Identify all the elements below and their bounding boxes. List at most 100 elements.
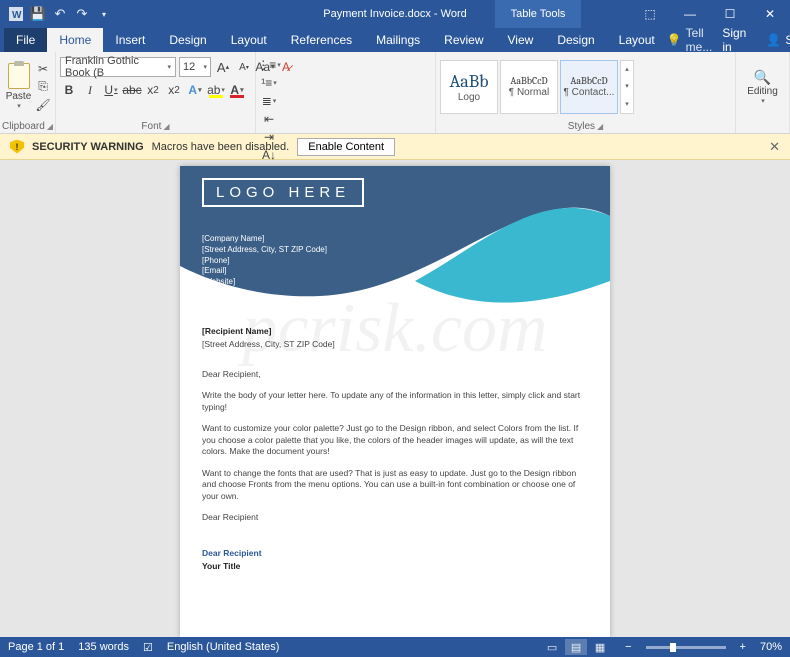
tab-review[interactable]: Review [432, 28, 495, 52]
font-name-value: Franklin Gothic Book (B [65, 55, 166, 79]
subscript-button[interactable]: x2 [144, 81, 162, 99]
paste-button[interactable]: Paste ▾ [4, 56, 33, 118]
style-logo[interactable]: AaBb Logo [440, 60, 498, 114]
security-close-icon[interactable]: ✕ [769, 139, 780, 155]
highlight-button[interactable]: ab▾ [207, 81, 225, 99]
status-bar: Page 1 of 1 135 words ☑ English (United … [0, 637, 790, 657]
tab-design[interactable]: Design [157, 28, 218, 52]
bold-button[interactable]: B [60, 81, 78, 99]
style-normal[interactable]: AaBbCcD ¶ Normal [500, 60, 558, 114]
strikethrough-button[interactable]: abc [123, 81, 141, 99]
tab-insert[interactable]: Insert [103, 28, 157, 52]
multilevel-list-button[interactable]: ≣▾ [260, 92, 278, 110]
signature-title[interactable]: Your Title [202, 561, 588, 572]
tab-mailings[interactable]: Mailings [364, 28, 432, 52]
tab-layout[interactable]: Layout [219, 28, 279, 52]
company-email: [Email] [202, 266, 327, 277]
company-phone: [Phone] [202, 256, 327, 267]
ribbon-options-icon[interactable]: ⬚ [630, 0, 670, 28]
shrink-font-button[interactable]: A▾ [235, 58, 253, 76]
zoom-thumb[interactable] [670, 643, 676, 652]
tab-file[interactable]: File [4, 28, 47, 52]
decrease-indent-button[interactable]: ⇤ [260, 110, 278, 128]
contextual-tab-label: Table Tools [495, 0, 581, 28]
page-indicator[interactable]: Page 1 of 1 [8, 641, 64, 653]
company-website: [Website] [202, 277, 327, 288]
editing-label: Editing [747, 86, 778, 97]
group-paragraph: ⋮≡▾ ¹≡▾ ≣▾ ⇤ ⇥ A↓ ¶ ≡ ☰ ≡ ≣ ‡≡▾ 🪣▾ ⊞▾ Pa… [256, 52, 436, 133]
company-address: [Street Address, City, ST ZIP Code] [202, 245, 327, 256]
shield-icon: ! [10, 140, 24, 154]
share-label: Share [785, 33, 790, 47]
zoom-in-button[interactable]: + [740, 641, 746, 653]
salutation[interactable]: Dear Recipient, [202, 369, 588, 380]
editing-dropdown[interactable]: 🔍 Editing ▾ [747, 69, 778, 105]
enable-content-button[interactable]: Enable Content [297, 138, 395, 156]
document-body[interactable]: [Recipient Name] [Street Address, City, … [180, 316, 610, 573]
document-page[interactable]: LOGO HERE [Company Name] [Street Address… [180, 166, 610, 637]
sign-in-link[interactable]: Sign in [712, 28, 756, 52]
minimize-button[interactable]: — [670, 0, 710, 28]
tab-table-design[interactable]: Design [545, 28, 606, 52]
share-icon: 👤 [766, 33, 781, 47]
print-layout-icon[interactable]: ▤ [565, 639, 587, 655]
read-mode-icon[interactable]: ▭ [541, 639, 563, 655]
body-paragraph[interactable]: Write the body of your letter here. To u… [202, 390, 588, 413]
proofing-icon[interactable]: ☑ [143, 641, 153, 654]
styles-expand[interactable]: ▴▾▾ [620, 60, 634, 114]
font-launcher-icon[interactable]: ◢ [163, 122, 169, 131]
font-name-combo[interactable]: Franklin Gothic Book (B▾ [60, 57, 176, 77]
clipboard-launcher-icon[interactable]: ◢ [47, 122, 53, 131]
security-warning-message: Macros have been disabled. [152, 141, 290, 153]
body-paragraph[interactable]: Want to customize your color palette? Ju… [202, 423, 588, 457]
tab-home[interactable]: Home [47, 28, 103, 52]
document-area[interactable]: LOGO HERE [Company Name] [Street Address… [0, 160, 790, 637]
style-preview: AaBbCcD [510, 75, 547, 87]
tab-table-layout[interactable]: Layout [607, 28, 667, 52]
numbering-button[interactable]: ¹≡▾ [260, 74, 278, 92]
closing-line[interactable]: Dear Recipient [202, 512, 588, 523]
save-icon[interactable]: 💾 [28, 4, 48, 24]
tab-view[interactable]: View [496, 28, 546, 52]
recipient-name[interactable]: [Recipient Name] [202, 326, 588, 337]
style-preview: AaBbCcD [570, 75, 607, 87]
letterhead-graphic: LOGO HERE [Company Name] [Street Address… [180, 166, 610, 316]
styles-launcher-icon[interactable]: ◢ [597, 122, 603, 131]
logo-placeholder[interactable]: LOGO HERE [202, 178, 364, 207]
zoom-slider[interactable] [646, 646, 726, 649]
group-editing: 🔍 Editing ▾ [736, 52, 790, 133]
tab-references[interactable]: References [279, 28, 364, 52]
format-painter-icon[interactable]: 🖌 [35, 97, 51, 113]
superscript-button[interactable]: x2 [165, 81, 183, 99]
style-contact[interactable]: AaBbCcD ¶ Contact... [560, 60, 618, 114]
view-buttons: ▭ ▤ ▦ [541, 639, 611, 655]
cut-icon[interactable]: ✂ [35, 61, 51, 77]
copy-icon[interactable]: ⎘ [35, 79, 51, 95]
share-button[interactable]: 👤 Share [756, 28, 790, 52]
web-layout-icon[interactable]: ▦ [589, 639, 611, 655]
zoom-level[interactable]: 70% [760, 641, 782, 653]
recipient-address[interactable]: [Street Address, City, ST ZIP Code] [202, 339, 588, 350]
undo-icon[interactable]: ↶ [50, 4, 70, 24]
signature-name[interactable]: Dear Recipient [202, 548, 588, 559]
redo-icon[interactable]: ↷ [72, 4, 92, 24]
grow-font-button[interactable]: A▴ [214, 58, 232, 76]
body-paragraph[interactable]: Want to change the fonts that are used? … [202, 468, 588, 502]
language-indicator[interactable]: English (United States) [167, 641, 280, 653]
zoom-out-button[interactable]: − [625, 641, 631, 653]
security-warning-label: SECURITY WARNING [32, 141, 144, 153]
tell-me-search[interactable]: 💡 Tell me... [667, 28, 713, 52]
text-effects-button[interactable]: A▾ [186, 81, 204, 99]
word-count[interactable]: 135 words [78, 641, 129, 653]
close-button[interactable]: ✕ [750, 0, 790, 28]
underline-button[interactable]: U▾ [102, 81, 120, 99]
company-info-block[interactable]: [Company Name] [Street Address, City, ST… [202, 234, 327, 288]
qat-customize-icon[interactable]: ▾ [94, 4, 114, 24]
maximize-button[interactable]: ☐ [710, 0, 750, 28]
bullets-button[interactable]: ⋮≡▾ [260, 56, 278, 74]
group-clipboard: Paste ▾ ✂ ⎘ 🖌 Clipboard◢ [0, 52, 56, 133]
italic-button[interactable]: I [81, 81, 99, 99]
font-color-button[interactable]: A▾ [228, 81, 246, 99]
clipboard-icon [8, 63, 30, 89]
font-size-combo[interactable]: 12▾ [179, 57, 211, 77]
